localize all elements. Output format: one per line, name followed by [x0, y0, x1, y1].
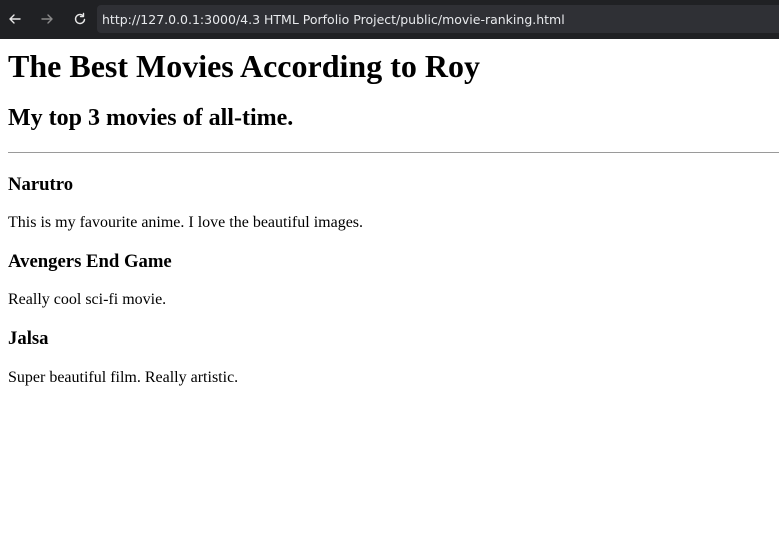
address-bar[interactable]: http://127.0.0.1:3000/4.3 HTML Porfolio … — [97, 5, 779, 33]
reload-button[interactable] — [70, 9, 90, 29]
browser-toolbar: http://127.0.0.1:3000/4.3 HTML Porfolio … — [0, 0, 779, 39]
movie-title: Avengers End Game — [8, 251, 172, 272]
forward-button[interactable] — [37, 9, 57, 29]
back-button[interactable] — [5, 9, 25, 29]
arrow-left-icon — [7, 11, 23, 27]
movie-title: Narutro — [8, 174, 74, 195]
movie-description: This is my favourite anime. I love the b… — [8, 214, 364, 231]
reload-icon — [72, 11, 88, 27]
arrow-right-icon — [39, 11, 55, 27]
url-text: http://127.0.0.1:3000/4.3 HTML Porfolio … — [102, 11, 565, 27]
movie-title: Jalsa — [8, 328, 49, 349]
page-content: The Best Movies According to Roy My top … — [0, 39, 779, 552]
divider — [8, 152, 779, 153]
movie-description: Super beautiful film. Really artistic. — [8, 369, 239, 386]
page-subtitle: My top 3 movies of all-time. — [8, 105, 294, 131]
movie-description: Really cool sci-fi movie. — [8, 291, 167, 308]
page-title: The Best Movies According to Roy — [8, 48, 480, 84]
